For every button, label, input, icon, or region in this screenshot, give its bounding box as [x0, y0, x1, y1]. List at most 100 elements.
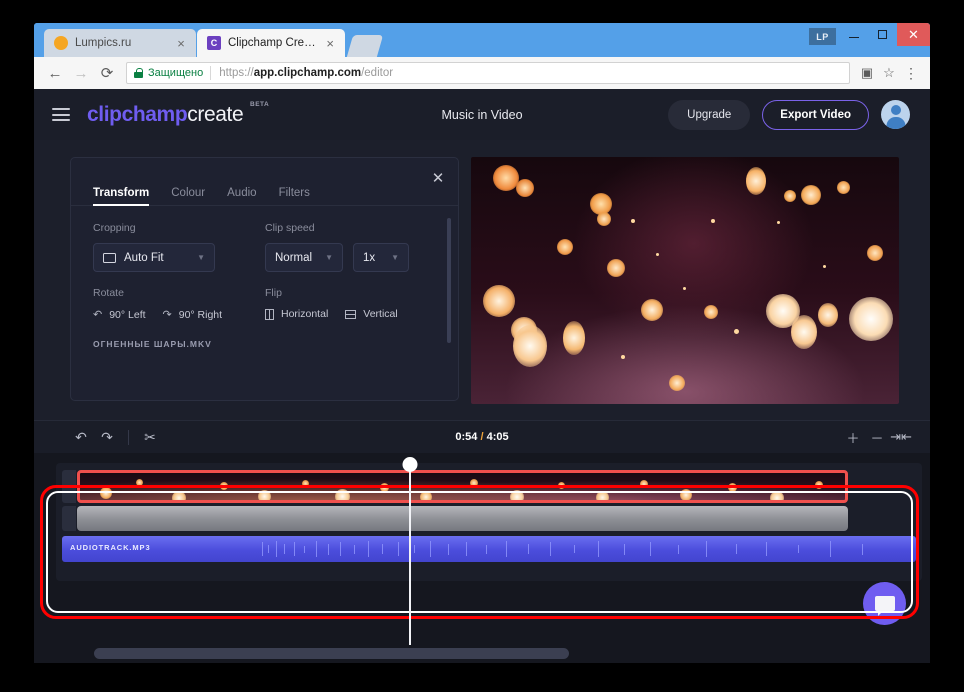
- properties-body: Cropping Auto Fit ▼ Clip speed Normal ▼ …: [71, 206, 458, 349]
- waveform-bar: [574, 545, 575, 553]
- waveform-bar: [766, 542, 767, 556]
- waveform-bar: [262, 542, 263, 556]
- preview-bokeh: [704, 305, 718, 319]
- flip-label: Flip: [265, 287, 282, 299]
- waveform-bar: [830, 541, 831, 557]
- clip-bokeh: [640, 480, 648, 488]
- video-clip[interactable]: [77, 470, 848, 503]
- time-separator: /: [477, 431, 487, 443]
- crop-frame-icon: [103, 252, 116, 263]
- flip-vertical-button[interactable]: Vertical: [345, 308, 398, 320]
- tab-close-icon[interactable]: ×: [174, 36, 188, 50]
- cropping-select[interactable]: Auto Fit ▼: [93, 243, 215, 272]
- support-chat-button[interactable]: [863, 582, 906, 625]
- browser-tab-lumpics[interactable]: Lumpics.ru ×: [44, 29, 196, 57]
- track-handle[interactable]: [62, 470, 76, 503]
- logo-product: create: [187, 102, 244, 126]
- export-video-button[interactable]: Export Video: [762, 99, 869, 130]
- hamburger-menu-icon[interactable]: [52, 108, 70, 121]
- translate-icon[interactable]: ▣: [856, 62, 878, 84]
- waveform-bar: [354, 545, 355, 554]
- clip-bokeh: [258, 490, 271, 500]
- waveform-bar: [486, 545, 487, 554]
- new-tab-button[interactable]: [346, 35, 384, 57]
- clip-bokeh: [558, 482, 565, 489]
- window-account-badge[interactable]: LP: [809, 28, 836, 45]
- playhead-knob[interactable]: [402, 457, 418, 472]
- upgrade-button[interactable]: Upgrade: [668, 99, 751, 130]
- tab-title: Clipchamp Create: [228, 37, 318, 49]
- address-bar[interactable]: Защищено https://app.clipchamp.com/edito…: [126, 62, 850, 84]
- playback-time-display: 0:54 / 4:05: [34, 431, 930, 443]
- overlay-clip[interactable]: [77, 506, 848, 531]
- clip-speed-mode-select[interactable]: Normal ▼: [265, 243, 343, 272]
- preview-spark: [734, 329, 739, 334]
- browser-tab-clipchamp[interactable]: C Clipchamp Create ×: [197, 29, 345, 57]
- properties-scrollbar[interactable]: [447, 218, 451, 343]
- clip-bokeh: [380, 483, 389, 492]
- preview-bokeh: [791, 315, 817, 349]
- tab-filters[interactable]: Filters: [279, 187, 310, 205]
- clip-bokeh: [815, 481, 823, 489]
- avatar[interactable]: [881, 100, 910, 129]
- zoom-in-button[interactable]: ＋: [844, 428, 862, 446]
- close-icon: ✕: [908, 26, 919, 42]
- preview-spark: [777, 221, 780, 224]
- waveform-bar: [448, 544, 449, 555]
- chevron-down-icon: ▼: [197, 253, 205, 262]
- forward-button[interactable]: →: [68, 60, 94, 86]
- tab-close-icon[interactable]: ×: [323, 36, 337, 50]
- browser-menu-icon[interactable]: ⋮: [900, 62, 922, 84]
- rotate-left-label: 90° Left: [109, 308, 146, 321]
- back-button[interactable]: ←: [42, 60, 68, 86]
- logo-brand: clipchamp: [87, 102, 188, 126]
- tab-audio[interactable]: Audio: [227, 187, 256, 205]
- timeline-scrollbar-thumb[interactable]: [94, 648, 569, 659]
- bookmark-star-icon[interactable]: ☆: [878, 62, 900, 84]
- clip-bokeh: [302, 480, 309, 487]
- redo-button[interactable]: ↷: [94, 426, 120, 448]
- preview-spark: [621, 355, 625, 359]
- clip-speed-rate-select[interactable]: 1x ▼: [353, 243, 409, 272]
- rotate-left-button[interactable]: ↶ 90° Left: [93, 308, 146, 322]
- waveform-bar: [284, 544, 285, 554]
- zoom-out-button[interactable]: －: [868, 428, 886, 446]
- rotate-right-button[interactable]: ↷ 90° Right: [163, 308, 223, 322]
- flip-horizontal-button[interactable]: Horizontal: [265, 308, 328, 320]
- clipchamp-logo[interactable]: clipchampcreate BETA: [87, 101, 269, 127]
- preview-bokeh: [513, 325, 547, 367]
- close-icon[interactable]: ✕: [427, 167, 449, 189]
- tab-colour[interactable]: Colour: [171, 187, 205, 205]
- tab-transform[interactable]: Transform: [93, 187, 150, 206]
- window-minimize-button[interactable]: [839, 23, 868, 46]
- flip-vertical-label: Vertical: [363, 308, 398, 320]
- url-text: https://app.clipchamp.com/editor: [219, 67, 393, 79]
- waveform-bar: [414, 545, 415, 553]
- window-close-button[interactable]: ✕: [897, 23, 930, 46]
- desktop-background: Lumpics.ru × C Clipchamp Create × LP ✕ ←: [0, 0, 964, 692]
- undo-button[interactable]: ↶: [68, 426, 94, 448]
- timeline-scrollbar-track[interactable]: [34, 648, 930, 659]
- timeline-playhead[interactable]: [402, 457, 418, 645]
- audio-clip[interactable]: AUDIOTRACK.MP3: [62, 536, 916, 562]
- waveform-bar: [598, 541, 599, 557]
- track-handle[interactable]: [62, 506, 76, 531]
- preview-bokeh: [607, 259, 625, 277]
- toolbar-divider: [128, 429, 129, 445]
- secure-label: Защищено: [148, 67, 204, 79]
- flip-horizontal-icon: [265, 308, 274, 320]
- clip-bokeh: [420, 491, 432, 500]
- chevron-down-icon: ▼: [391, 253, 399, 262]
- cropping-label: Cropping: [93, 222, 136, 234]
- window-maximize-button[interactable]: [868, 23, 897, 46]
- split-clip-button[interactable]: ✂: [137, 426, 163, 448]
- waveform-bar: [550, 542, 551, 556]
- url-path: /editor: [361, 67, 394, 79]
- timeline-panel[interactable]: AUDIOTRACK.MP3: [34, 453, 930, 663]
- video-preview[interactable]: [471, 157, 899, 404]
- clipchamp-app: clipchampcreate BETA Music in Video Upgra…: [34, 89, 930, 663]
- reload-button[interactable]: ⟳: [94, 60, 120, 86]
- waveform-bar: [316, 541, 317, 557]
- zoom-fit-button[interactable]: ⇥⇤: [890, 428, 912, 446]
- waveform-bar: [382, 544, 383, 554]
